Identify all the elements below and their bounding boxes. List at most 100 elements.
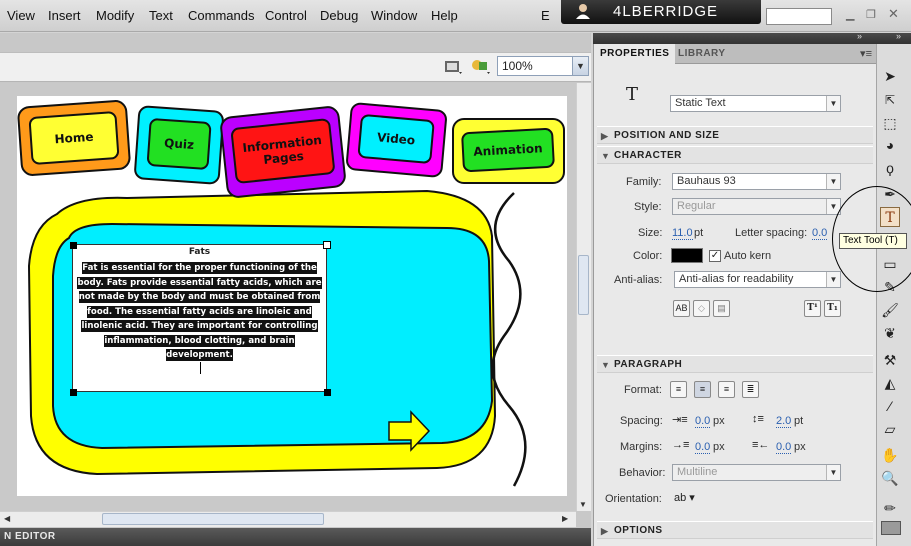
- panel-menu-icon[interactable]: ▾≡: [860, 47, 872, 60]
- close-icon[interactable]: ✕: [888, 6, 899, 22]
- selection-tool-icon[interactable]: ➤: [880, 66, 900, 86]
- family-label: Family:: [626, 176, 662, 188]
- vertical-scroll-thumb[interactable]: [578, 255, 589, 315]
- orientation-icon[interactable]: ab ▾: [674, 491, 695, 504]
- facts-body-text: Fat is essential for the proper function…: [77, 262, 322, 361]
- nav-button-quiz[interactable]: Quiz: [133, 105, 225, 185]
- tab-library[interactable]: LIBRARY: [672, 44, 732, 64]
- nav-button-information-pages[interactable]: Information Pages: [219, 104, 347, 200]
- resize-handle[interactable]: [324, 389, 331, 396]
- minimize-icon[interactable]: ▁: [846, 8, 854, 21]
- selectable-icon[interactable]: AB: [673, 300, 690, 317]
- edit-scene-icon[interactable]: [444, 58, 464, 76]
- menu-insert[interactable]: Insert: [48, 8, 81, 23]
- expand-icon: ▶: [601, 526, 609, 536]
- justify-icon[interactable]: ≣: [742, 381, 759, 398]
- text-tool-type-icon: T: [626, 84, 639, 105]
- lasso-tool-icon[interactable]: ϙ: [880, 158, 900, 178]
- scroll-right-icon[interactable]: ▶: [562, 514, 568, 523]
- restore-icon[interactable]: ❐: [866, 8, 876, 21]
- zoom-select[interactable]: 100% ▼: [497, 56, 589, 76]
- text-color-swatch[interactable]: [671, 248, 703, 263]
- chevron-down-icon: ▼: [826, 465, 840, 480]
- menu-help[interactable]: Help: [431, 8, 458, 23]
- expand-icon: ▶: [601, 131, 609, 141]
- font-size-value[interactable]: 11.0: [672, 227, 693, 240]
- collapse-icon[interactable]: »: [857, 31, 862, 41]
- resize-handle[interactable]: [70, 389, 77, 396]
- align-left-icon[interactable]: ≡: [670, 381, 687, 398]
- edit-symbols-icon[interactable]: [470, 57, 492, 77]
- render-html-icon[interactable]: ◇: [693, 300, 710, 317]
- hand-tool-icon[interactable]: ✋: [880, 445, 900, 465]
- squiggle-line: [491, 192, 527, 487]
- bone-tool-icon[interactable]: ⚒: [880, 350, 900, 370]
- horizontal-scroll-thumb[interactable]: [102, 513, 324, 525]
- zoom-value: 100%: [502, 59, 533, 73]
- nav-button-home[interactable]: Home: [16, 99, 132, 177]
- spacing-label: Spacing:: [620, 415, 663, 427]
- section-title: OPTIONS: [614, 525, 663, 536]
- indent-value[interactable]: 0.0: [695, 415, 711, 428]
- chevron-down-icon: ▼: [826, 174, 840, 189]
- tab-properties[interactable]: PROPERTIES: [594, 44, 676, 64]
- letter-spacing-value[interactable]: 0.0: [812, 227, 828, 240]
- text-type-value: Static Text: [675, 97, 726, 109]
- font-family-select[interactable]: Bauhaus 93 ▼: [672, 173, 841, 190]
- zoom-tool-icon[interactable]: 🔍: [880, 468, 900, 488]
- free-transform-tool-icon[interactable]: ⬚: [880, 113, 900, 133]
- panel-tabs: PROPERTIES LIBRARY ▾≡: [594, 44, 876, 64]
- anti-alias-select[interactable]: Anti-alias for readability ▼: [674, 271, 841, 288]
- eyedropper-tool-icon[interactable]: ⁄: [880, 396, 900, 416]
- stroke-color-icon[interactable]: ✏: [880, 498, 900, 518]
- eraser-tool-icon[interactable]: ▱: [880, 419, 900, 439]
- indent-icon: ⇥≡: [672, 414, 688, 426]
- nav-button-video[interactable]: Video: [345, 101, 448, 179]
- section-title: CHARACTER: [614, 150, 682, 161]
- auto-kern-checkbox[interactable]: ✓: [709, 250, 721, 262]
- brush-tool-icon[interactable]: 🖌: [880, 300, 900, 320]
- menu-modify[interactable]: Modify: [96, 8, 134, 23]
- scroll-down-icon[interactable]: ▼: [579, 500, 587, 509]
- line-spacing-unit: pt: [794, 415, 804, 427]
- nav-button-video-label: Video: [357, 113, 435, 165]
- line-spacing-value[interactable]: 2.0: [776, 415, 792, 428]
- menu-window[interactable]: Window: [371, 8, 417, 23]
- section-title: PARAGRAPH: [614, 359, 683, 370]
- margins-label: Margins:: [620, 441, 663, 453]
- deco-tool-icon[interactable]: ❦: [880, 323, 900, 343]
- subselection-tool-icon[interactable]: ⇱: [880, 90, 900, 110]
- fill-color-swatch[interactable]: [881, 521, 901, 535]
- behavior-select[interactable]: Multiline ▼: [672, 464, 841, 481]
- menu-text[interactable]: Text: [149, 8, 173, 23]
- section-title: POSITION AND SIZE: [614, 130, 720, 141]
- section-position-and-size[interactable]: ▶ POSITION AND SIZE: [597, 126, 873, 144]
- left-margin-value[interactable]: 0.0: [695, 441, 711, 454]
- chevron-down-icon[interactable]: ▼: [572, 57, 588, 75]
- text-type-select[interactable]: Static Text ▼: [670, 95, 841, 112]
- section-options[interactable]: ▶ OPTIONS: [597, 521, 873, 539]
- orientation-label: Orientation:: [605, 493, 662, 505]
- right-margin-value[interactable]: 0.0: [776, 441, 792, 454]
- collapse-tools-icon[interactable]: »: [896, 31, 901, 41]
- motion-editor-tab[interactable]: N EDITOR: [0, 528, 591, 546]
- menu-essentials[interactable]: E: [541, 8, 550, 23]
- show-border-icon[interactable]: ▤: [713, 300, 730, 317]
- subscript-icon[interactable]: T₁: [824, 300, 841, 317]
- menu-commands[interactable]: Commands: [188, 8, 254, 23]
- menu-view[interactable]: View: [7, 8, 35, 23]
- facts-title: Fats: [188, 247, 211, 257]
- section-character[interactable]: ▼ CHARACTER: [597, 146, 873, 164]
- align-right-icon[interactable]: ≡: [718, 381, 735, 398]
- menu-debug[interactable]: Debug: [320, 8, 358, 23]
- nav-button-animation[interactable]: Animation: [452, 118, 565, 184]
- font-style-select[interactable]: Regular ▼: [672, 198, 841, 215]
- help-search-input[interactable]: [766, 8, 832, 25]
- paint-bucket-tool-icon[interactable]: ◭: [880, 373, 900, 393]
- section-paragraph[interactable]: ▼ PARAGRAPH: [597, 355, 873, 373]
- scroll-left-icon[interactable]: ◀: [4, 514, 10, 523]
- 3d-rotation-tool-icon[interactable]: ◕: [880, 135, 900, 155]
- align-center-icon[interactable]: ≡: [694, 381, 711, 398]
- menu-control[interactable]: Control: [265, 8, 307, 23]
- superscript-icon[interactable]: T¹: [804, 300, 821, 317]
